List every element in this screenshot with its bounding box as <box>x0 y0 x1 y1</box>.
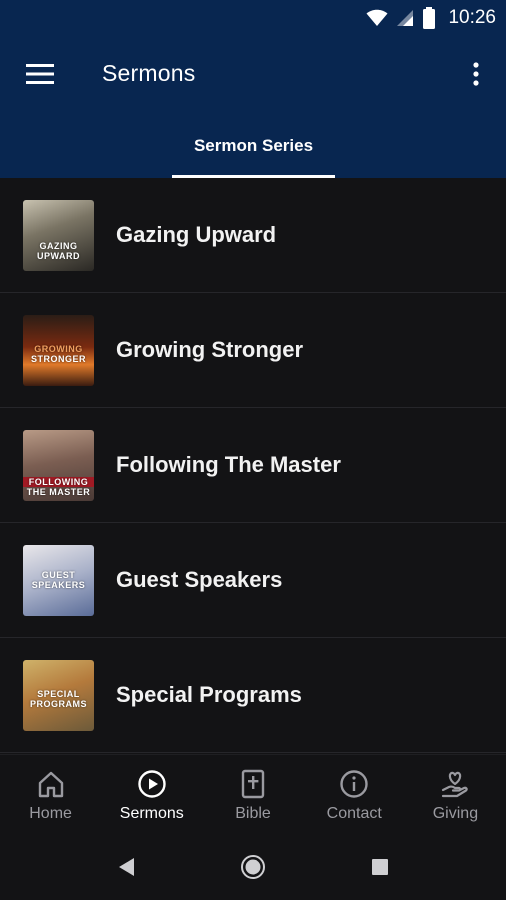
series-thumbnail: GAZING UPWARD <box>23 200 94 271</box>
nav-label: Giving <box>432 805 479 822</box>
nav-giving[interactable]: Giving <box>405 755 506 834</box>
thumbnail-text: FOLLOWING THE MASTER <box>23 477 94 497</box>
more-options-button[interactable] <box>464 56 488 92</box>
signal-icon <box>397 10 414 26</box>
status-time: 10:26 <box>448 7 496 28</box>
nav-label: Bible <box>235 805 271 822</box>
recents-square-icon[interactable] <box>367 854 393 880</box>
list-item[interactable]: GAZING UPWARD Gazing Upward <box>0 178 506 293</box>
list-item[interactable]: FOLLOWING THE MASTER Following The Master <box>0 408 506 523</box>
series-thumbnail: SPECIAL PROGRAMS <box>23 660 94 731</box>
page-title: Sermons <box>102 60 196 86</box>
home-circle-icon[interactable] <box>240 854 266 880</box>
back-icon[interactable] <box>114 854 140 880</box>
nav-label: Sermons <box>119 805 184 822</box>
series-title: Special Programs <box>116 682 302 707</box>
series-thumbnail: GUEST SPEAKERS <box>23 545 94 616</box>
nav-bible[interactable]: Bible <box>202 755 303 834</box>
nav-contact[interactable]: Contact <box>304 755 405 834</box>
app-bar: Sermons Sermon Series <box>0 36 506 178</box>
series-thumbnail: FOLLOWING THE MASTER <box>23 430 94 501</box>
status-icons: 10:26 <box>366 0 496 36</box>
nav-home[interactable]: Home <box>0 755 101 834</box>
series-title: Following The Master <box>116 452 341 477</box>
series-title: Gazing Upward <box>116 222 277 247</box>
giving-heart-hand-icon <box>442 771 469 798</box>
series-thumbnail: GROWING STRONGER <box>23 315 94 386</box>
info-icon <box>340 770 368 798</box>
thumbnail-text: GAZING UPWARD <box>37 241 80 261</box>
wifi-icon <box>366 9 388 26</box>
tab-sermon-series[interactable]: Sermon Series <box>172 130 335 178</box>
tab-label: Sermon Series <box>193 136 314 155</box>
sermon-series-list: GAZING UPWARD Gazing Upward GROWING STRONG… <box>0 178 506 753</box>
list-item[interactable]: GUEST SPEAKERS Guest Speakers <box>0 523 506 638</box>
list-item[interactable]: GROWING STRONGER Growing Stronger <box>0 293 506 408</box>
menu-button[interactable] <box>20 58 60 90</box>
series-title: Growing Stronger <box>116 337 303 362</box>
series-title: Guest Speakers <box>116 567 283 592</box>
nav-label: Home <box>29 805 72 822</box>
play-circle-icon <box>138 770 166 798</box>
system-navigation-bar <box>0 834 506 900</box>
battery-icon <box>423 7 436 29</box>
thumbnail-text: GUEST SPEAKERS <box>31 570 86 590</box>
bible-icon <box>241 769 265 799</box>
thumbnail-text: SPECIAL PROGRAMS <box>29 689 87 709</box>
nav-label: Contact <box>326 805 382 822</box>
hamburger-menu-icon <box>26 64 54 84</box>
list-item[interactable]: SPECIAL PROGRAMS Special Programs <box>0 638 506 753</box>
nav-sermons[interactable]: Sermons <box>101 755 202 834</box>
status-bar: 10:26 <box>0 0 506 36</box>
home-icon <box>38 771 63 798</box>
thumbnail-text: GROWING STRONGER <box>30 344 86 364</box>
more-vert-icon <box>473 62 479 86</box>
bottom-navigation: Home Sermons Bible Contact Giving <box>0 754 506 834</box>
